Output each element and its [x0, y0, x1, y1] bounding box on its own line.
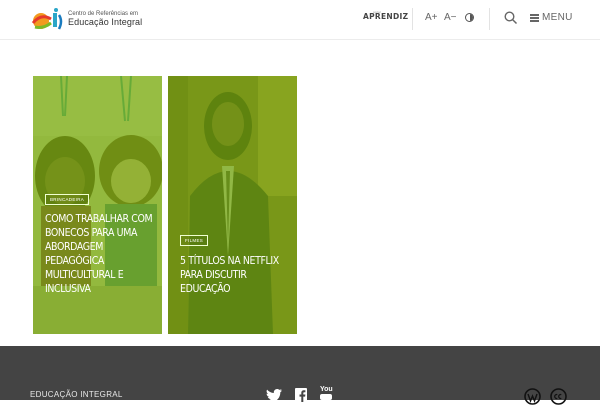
article-title[interactable]: 5 TÍTULOS NA NETFLIX PARA DISCUTIR EDUCA… [180, 254, 290, 296]
search-icon[interactable] [504, 11, 518, 25]
header-divider [412, 8, 413, 30]
site-header: Centro de Referências em Educação Integr… [0, 0, 600, 40]
twitter-icon[interactable] [266, 389, 282, 401]
partner-logo[interactable]: APRENDIZ [363, 12, 408, 21]
youtube-icon[interactable]: You [320, 386, 333, 400]
site-footer: EDUCAÇÃO INTEGRAL You [0, 346, 600, 405]
youtube-icon-text: You [320, 386, 333, 393]
font-decrease-button[interactable]: A− [444, 12, 457, 23]
font-increase-button[interactable]: A+ [425, 12, 438, 23]
contrast-toggle-icon[interactable] [465, 13, 474, 22]
category-badge[interactable]: BRINCADEIRA [45, 194, 90, 205]
category-badge[interactable]: FILMES [180, 235, 209, 246]
site-logo-icon[interactable] [29, 7, 69, 31]
article-card[interactable]: FILMES 5 TÍTULOS NA NETFLIX PARA DISCUTI… [168, 76, 297, 334]
logo-title[interactable]: Educação Integral [68, 17, 142, 27]
wordpress-icon[interactable] [524, 388, 541, 405]
article-title[interactable]: COMO TRABALHAR COM BONECOS PARA UMA ABOR… [45, 212, 155, 296]
creative-commons-icon[interactable] [550, 388, 567, 405]
hamburger-icon [530, 14, 539, 22]
article-card[interactable]: BRINCADEIRA COMO TRABALHAR COM BONECOS P… [33, 76, 162, 334]
header-divider [489, 8, 490, 30]
menu-label: MENU [542, 12, 573, 23]
footer-title: EDUCAÇÃO INTEGRAL [30, 390, 123, 399]
